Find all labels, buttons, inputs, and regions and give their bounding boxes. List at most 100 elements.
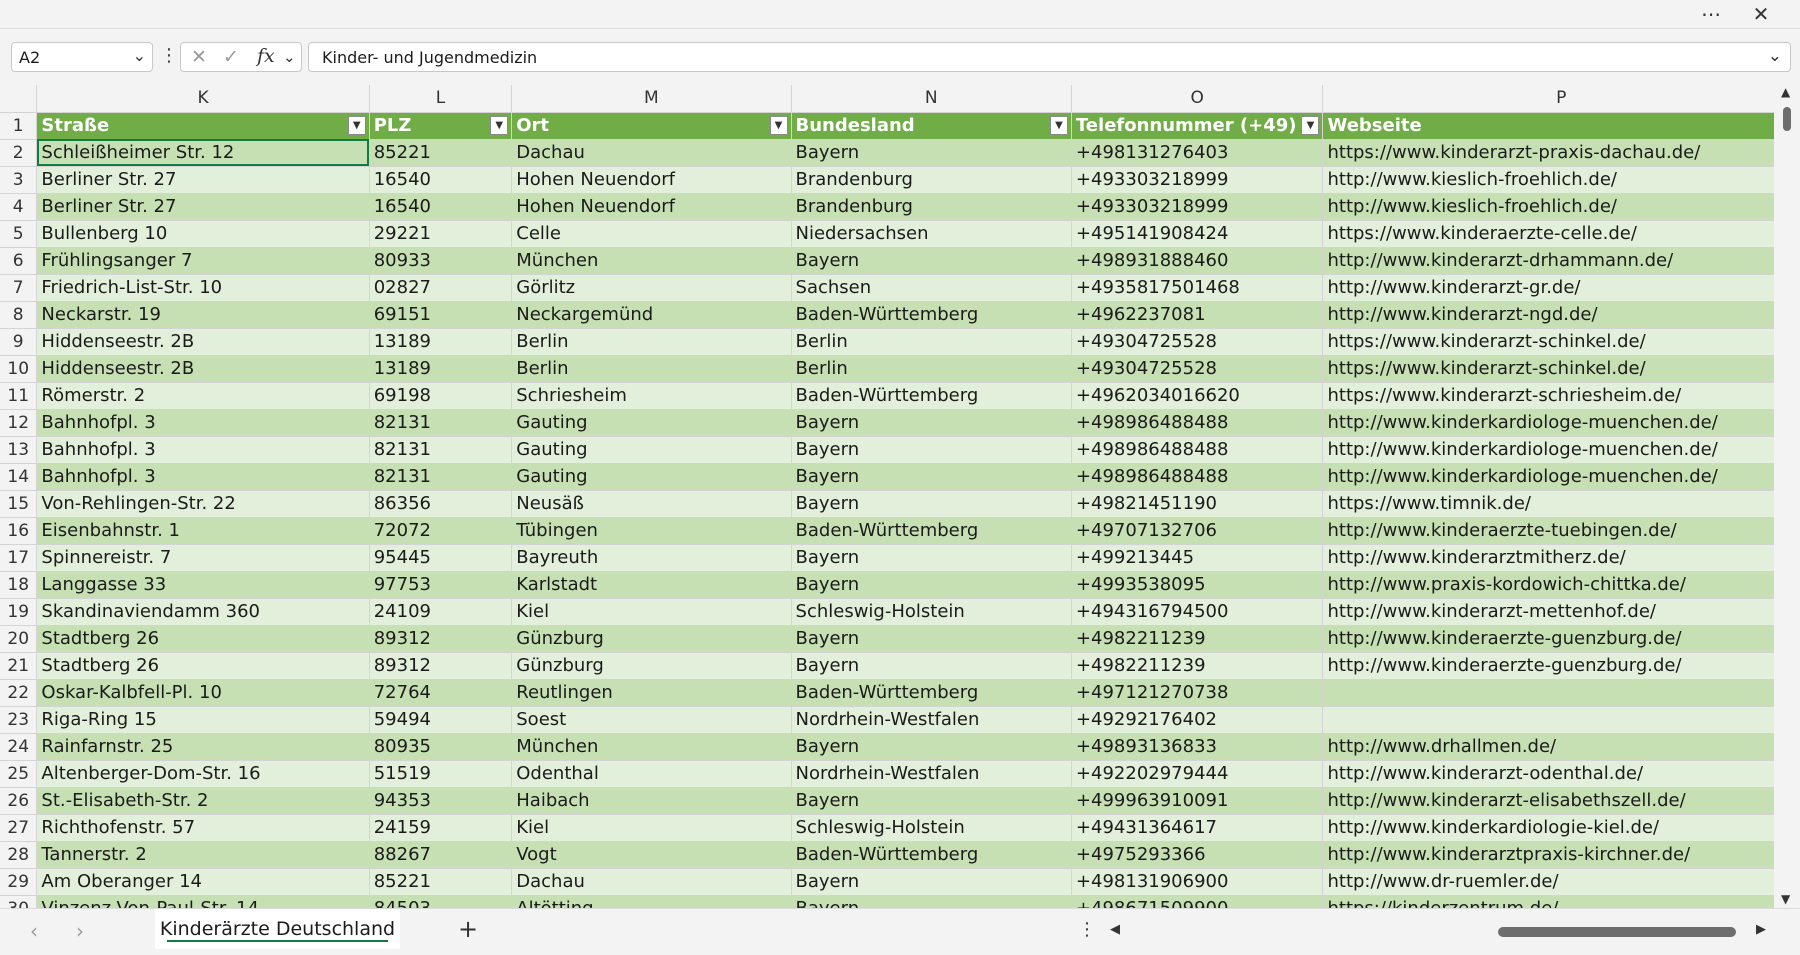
cell-ort[interactable]: Kiel (511, 814, 792, 842)
cell-bundesland[interactable]: Bayern (791, 652, 1072, 680)
cell-bundesland[interactable]: Bayern (791, 625, 1072, 653)
cell-plz[interactable]: 97753 (369, 571, 513, 599)
cell-telefon[interactable]: +498986488488 (1071, 463, 1324, 491)
row-header[interactable]: 4 (0, 193, 38, 221)
cell-webseite[interactable]: http://www.kinderarztpraxis-kirchner.de/ (1322, 841, 1800, 869)
cell-plz[interactable]: 82131 (369, 436, 513, 464)
cell-strasse[interactable]: Römerstr. 2 (36, 382, 370, 410)
cell-webseite[interactable]: http://www.kinderarzt-drhammann.de/ (1322, 247, 1800, 275)
cell-bundesland[interactable]: Baden-Württemberg (791, 301, 1072, 329)
cell-strasse[interactable]: Bahnhofpl. 3 (36, 463, 370, 491)
cell-ort[interactable]: Görlitz (511, 274, 792, 302)
row-header[interactable]: 22 (0, 679, 38, 707)
cell-plz[interactable]: 82131 (369, 463, 513, 491)
previous-sheet-icon[interactable]: ‹ (30, 919, 38, 943)
cell-plz[interactable]: 89312 (369, 625, 513, 653)
cell-telefon[interactable]: +494316794500 (1071, 598, 1324, 626)
row-header[interactable]: 23 (0, 706, 38, 734)
table-header-cell[interactable]: PLZ ▼ (369, 112, 513, 140)
cell-plz[interactable]: 59494 (369, 706, 513, 734)
cell-strasse[interactable]: Am Oberanger 14 (36, 868, 370, 896)
cell-ort[interactable]: Dachau (511, 139, 792, 167)
cell-strasse[interactable]: Friedrich-List-Str. 10 (36, 274, 370, 302)
row-header[interactable]: 12 (0, 409, 38, 437)
cell-telefon[interactable]: +4982211239 (1071, 652, 1324, 680)
cell-ort[interactable]: Karlstadt (511, 571, 792, 599)
cell-bundesland[interactable]: Bayern (791, 139, 1072, 167)
cell-bundesland[interactable]: Brandenburg (791, 166, 1072, 194)
cell-bundesland[interactable]: Schleswig-Holstein (791, 814, 1072, 842)
cell-telefon[interactable]: +4982211239 (1071, 625, 1324, 653)
cell-bundesland[interactable]: Bayern (791, 247, 1072, 275)
cell-strasse[interactable]: Riga-Ring 15 (36, 706, 370, 734)
cell-ort[interactable]: Haibach (511, 787, 792, 815)
expand-formula-icon[interactable]: ⌄ (1768, 46, 1782, 66)
cell-webseite[interactable]: http://www.kinderarzt-mettenhof.de/ (1322, 598, 1800, 626)
cell-ort[interactable]: Neusäß (511, 490, 792, 518)
table-header-cell[interactable]: Ort ▼ (511, 112, 792, 140)
cell-ort[interactable]: Berlin (511, 355, 792, 383)
cell-telefon[interactable]: +49707132706 (1071, 517, 1324, 545)
cell-strasse[interactable]: Vinzenz-Von-Paul-Str. 14 (36, 895, 370, 908)
cell-plz[interactable]: 82131 (369, 409, 513, 437)
cell-webseite[interactable]: https://www.kinderarzt-schinkel.de/ (1322, 355, 1800, 383)
row-header[interactable]: 21 (0, 652, 38, 680)
cell-bundesland[interactable]: Nordrhein-Westfalen (791, 760, 1072, 788)
cell-telefon[interactable]: +492202979444 (1071, 760, 1324, 788)
cell-ort[interactable]: Vogt (511, 841, 792, 869)
cell-ort[interactable]: München (511, 247, 792, 275)
cell-ort[interactable]: Tübingen (511, 517, 792, 545)
cell-plz[interactable]: 02827 (369, 274, 513, 302)
cell-webseite[interactable]: http://www.kieslich-froehlich.de/ (1322, 193, 1800, 221)
cell-plz[interactable]: 85221 (369, 868, 513, 896)
cell-telefon[interactable]: +498986488488 (1071, 409, 1324, 437)
vertical-dots-icon[interactable]: ⋮ (160, 45, 178, 66)
row-header[interactable]: 14 (0, 463, 38, 491)
scroll-thumb[interactable] (1783, 107, 1791, 131)
cell-telefon[interactable]: +498986488488 (1071, 436, 1324, 464)
cell-webseite[interactable]: http://www.kinderaerzte-guenzburg.de/ (1322, 625, 1800, 653)
cell-webseite[interactable]: http://www.dr-ruemler.de/ (1322, 868, 1800, 896)
cell-telefon[interactable]: +49304725528 (1071, 328, 1324, 356)
cell-telefon[interactable]: +4962237081 (1071, 301, 1324, 329)
cell-strasse[interactable]: Skandinaviendamm 360 (36, 598, 370, 626)
cell-bundesland[interactable]: Bayern (791, 571, 1072, 599)
cell-bundesland[interactable]: Berlin (791, 355, 1072, 383)
next-sheet-icon[interactable]: › (76, 919, 84, 943)
scroll-left-icon[interactable]: ◀ (1110, 922, 1120, 937)
cell-telefon[interactable]: +498671509900 (1071, 895, 1324, 908)
scroll-right-icon[interactable]: ▶ (1756, 922, 1766, 937)
cell-plz[interactable]: 89312 (369, 652, 513, 680)
cell-webseite[interactable]: http://www.kinderkardiologie-kiel.de/ (1322, 814, 1800, 842)
vertical-scrollbar[interactable]: ▲ ▼ (1774, 85, 1800, 908)
cell-webseite[interactable]: http://www.kinderkardiologe-muenchen.de/ (1322, 463, 1800, 491)
cell-bundesland[interactable]: Baden-Württemberg (791, 841, 1072, 869)
close-icon[interactable]: ✕ (1744, 0, 1778, 28)
cell-webseite[interactable]: http://www.kinderaerzte-tuebingen.de/ (1322, 517, 1800, 545)
filter-dropdown-icon[interactable]: ▼ (490, 115, 509, 135)
filter-dropdown-icon[interactable]: ▼ (1301, 115, 1320, 135)
row-header[interactable]: 11 (0, 382, 38, 410)
column-header-m[interactable]: M (511, 85, 792, 113)
cell-telefon[interactable]: +49304725528 (1071, 355, 1324, 383)
cell-strasse[interactable]: Oskar-Kalbfell-Pl. 10 (36, 679, 370, 707)
horizontal-scroll-thumb[interactable] (1498, 927, 1736, 937)
cell-ort[interactable]: Hohen Neuendorf (511, 193, 792, 221)
table-header-cell[interactable]: Bundesland ▼ (791, 112, 1072, 140)
column-header-l[interactable]: L (369, 85, 513, 113)
cell-plz[interactable]: 13189 (369, 328, 513, 356)
cell-webseite[interactable]: https://www.kinderarzt-schriesheim.de/ (1322, 382, 1800, 410)
cell-webseite[interactable]: http://www.kinderkardiologe-muenchen.de/ (1322, 436, 1800, 464)
cell-telefon[interactable]: +493303218999 (1071, 166, 1324, 194)
row-header[interactable]: 3 (0, 166, 38, 194)
cell-bundesland[interactable]: Berlin (791, 328, 1072, 356)
cell-telefon[interactable]: +49431364617 (1071, 814, 1324, 842)
cell-bundesland[interactable]: Niedersachsen (791, 220, 1072, 248)
cell-ort[interactable]: Berlin (511, 328, 792, 356)
sheet-tab[interactable]: Kinderärzte Deutschland (155, 909, 400, 949)
cell-plz[interactable]: 86356 (369, 490, 513, 518)
cell-bundesland[interactable]: Sachsen (791, 274, 1072, 302)
row-header[interactable]: 7 (0, 274, 38, 302)
vertical-dots-icon[interactable]: ⋮ (1078, 919, 1096, 940)
cell-plz[interactable]: 16540 (369, 166, 513, 194)
